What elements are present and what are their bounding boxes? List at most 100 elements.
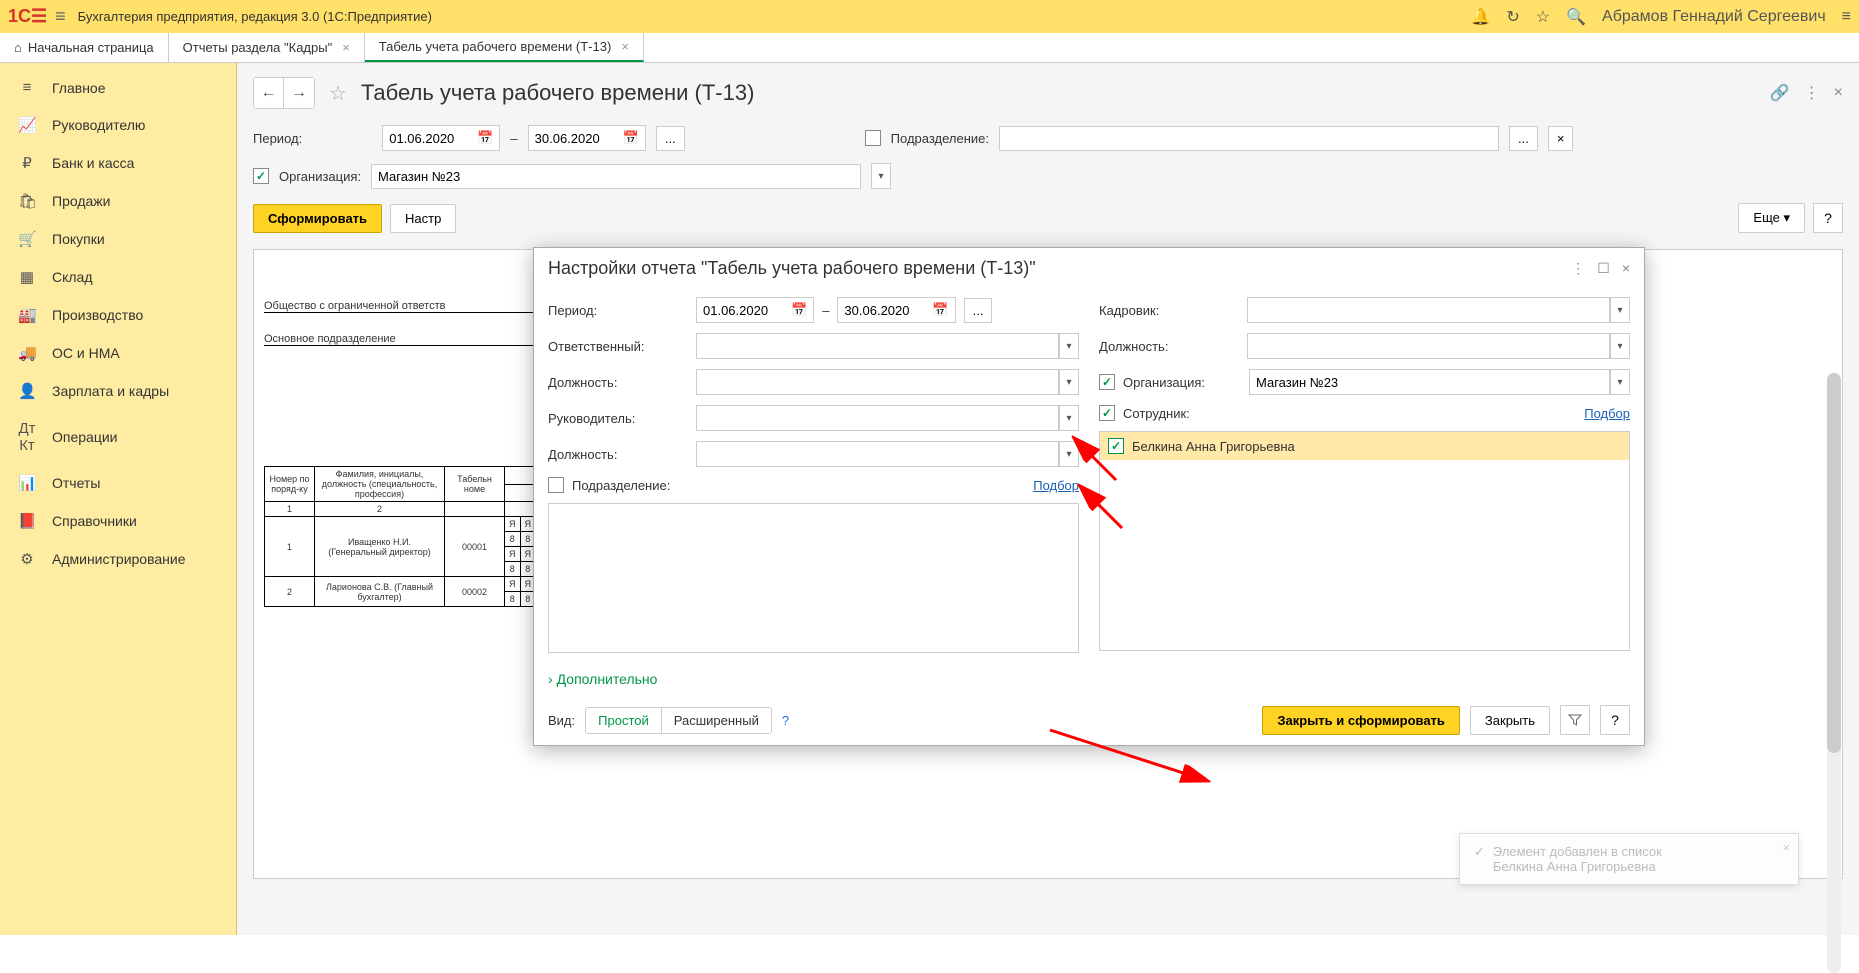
modal-dept-select-link[interactable]: Подбор <box>1033 478 1079 493</box>
employee-list-item[interactable]: Белкина Анна Григорьевна <box>1100 432 1629 460</box>
sidebar-item-sales[interactable]: 🛍Продажи <box>0 182 236 220</box>
modal-org-input[interactable] <box>1249 369 1610 395</box>
sidebar-item-purchases[interactable]: 🛒Покупки <box>0 220 236 258</box>
modal-manager-input[interactable] <box>696 405 1059 431</box>
sidebar-item-reports[interactable]: 📊Отчеты <box>0 464 236 502</box>
search-icon[interactable]: 🔍 <box>1566 7 1586 27</box>
modal-responsible-input[interactable] <box>696 333 1059 359</box>
filter-icon <box>1568 713 1582 727</box>
close-icon[interactable]: × <box>342 40 350 55</box>
org-dropdown-button[interactable]: ▾ <box>871 163 891 189</box>
modal-date-to[interactable]: 📅 <box>837 297 955 323</box>
org-checkbox[interactable] <box>253 168 269 184</box>
sidebar-item-main[interactable]: ≡Главное <box>0 69 236 106</box>
truck-icon: 🚚 <box>18 344 36 362</box>
modal-dept-checkbox[interactable] <box>548 477 564 493</box>
close-and-form-button[interactable]: Закрыть и сформировать <box>1262 706 1460 735</box>
sidebar-item-salary[interactable]: 👤Зарплата и кадры <box>0 372 236 410</box>
star-icon[interactable]: ☆ <box>1536 7 1550 27</box>
modal-more-icon[interactable]: ⋮ <box>1571 260 1585 277</box>
modal-date-from[interactable]: 📅 <box>696 297 814 323</box>
modal-date-to-input[interactable] <box>844 303 924 318</box>
modal-employee-select-link[interactable]: Подбор <box>1584 406 1630 421</box>
calendar-icon[interactable]: 📅 <box>791 302 807 318</box>
modal-employee-listbox[interactable]: Белкина Анна Григорьевна <box>1099 431 1630 651</box>
sidebar-item-assets[interactable]: 🚚ОС и НМА <box>0 334 236 372</box>
dept-clear-button[interactable]: × <box>1548 126 1574 151</box>
org-input[interactable] <box>371 164 861 189</box>
employee-item-checkbox[interactable] <box>1108 438 1124 454</box>
modal-date-from-input[interactable] <box>703 303 783 318</box>
sidebar-label: Главное <box>52 80 106 96</box>
sidebar-item-admin[interactable]: ⚙Администрирование <box>0 540 236 578</box>
tab-home[interactable]: ⌂ Начальная страница <box>0 33 169 62</box>
link-icon[interactable]: 🔗 <box>1770 83 1790 103</box>
modal-additional-link[interactable]: › Дополнительно <box>548 671 657 687</box>
dropdown-icon[interactable]: ▾ <box>1610 333 1630 359</box>
dept-checkbox[interactable] <box>865 130 881 146</box>
tab-timesheet[interactable]: Табель учета рабочего времени (Т-13) × <box>365 33 644 62</box>
dropdown-icon[interactable]: ▾ <box>1610 369 1630 395</box>
date-from-field[interactable]: 📅 <box>382 125 500 151</box>
view-simple-button[interactable]: Простой <box>586 708 662 733</box>
modal-period-picker[interactable]: ... <box>964 298 993 323</box>
date-to-field[interactable]: 📅 <box>528 125 646 151</box>
modal-hr-input[interactable] <box>1247 297 1610 323</box>
sidebar-item-manager[interactable]: 📈Руководителю <box>0 106 236 144</box>
more-button[interactable]: Еще ▾ <box>1738 203 1805 233</box>
sidebar-item-catalogs[interactable]: 📕Справочники <box>0 502 236 540</box>
close-button[interactable]: Закрыть <box>1470 706 1550 735</box>
date-from-input[interactable] <box>389 131 469 146</box>
view-extended-button[interactable]: Расширенный <box>662 708 771 733</box>
toast-close-icon[interactable]: × <box>1782 840 1790 855</box>
settings-button[interactable]: Настр <box>390 204 456 233</box>
org-label: Организация: <box>279 169 361 184</box>
sidebar-item-warehouse[interactable]: ▦Склад <box>0 258 236 296</box>
modal-help-button[interactable]: ? <box>1600 705 1630 735</box>
logo-1c: 1C☰ <box>8 6 47 27</box>
sidebar-item-bank[interactable]: ₽Банк и касса <box>0 144 236 182</box>
sidebar-item-operations[interactable]: Дт КтОперации <box>0 410 236 464</box>
dropdown-icon[interactable]: ▾ <box>1059 369 1079 395</box>
form-report-button[interactable]: Сформировать <box>253 204 382 233</box>
scrollbar-thumb[interactable] <box>1827 373 1841 753</box>
modal-employee-checkbox[interactable] <box>1099 405 1115 421</box>
filter-button[interactable] <box>1560 705 1590 735</box>
dropdown-icon[interactable]: ▾ <box>1610 297 1630 323</box>
help-button[interactable]: ? <box>1813 203 1843 233</box>
period-label: Период: <box>253 131 302 146</box>
nav-forward-button[interactable]: → <box>284 78 314 108</box>
hamburger-icon[interactable]: ≡ <box>55 6 66 27</box>
close-page-icon[interactable]: × <box>1834 84 1843 102</box>
bell-icon[interactable]: 🔔 <box>1470 7 1490 27</box>
sidebar-item-production[interactable]: 🏭Производство <box>0 296 236 334</box>
modal-dept-listbox[interactable] <box>548 503 1079 653</box>
calendar-icon[interactable]: 📅 <box>477 130 493 146</box>
dropdown-icon[interactable]: ▾ <box>1059 333 1079 359</box>
modal-position-input[interactable] <box>696 369 1059 395</box>
history-icon[interactable]: ↻ <box>1506 7 1519 27</box>
close-icon[interactable]: × <box>621 39 629 54</box>
modal-hr-position-input[interactable] <box>1247 333 1610 359</box>
modal-org-checkbox[interactable] <box>1099 374 1115 390</box>
date-to-input[interactable] <box>535 131 615 146</box>
sidebar-label: Отчеты <box>52 475 100 491</box>
dropdown-icon[interactable]: ▾ <box>1059 441 1079 467</box>
calendar-icon[interactable]: 📅 <box>932 302 948 318</box>
dept-input[interactable] <box>999 126 1499 151</box>
more-icon[interactable]: ⋮ <box>1804 83 1820 103</box>
modal-help-link[interactable]: ? <box>782 713 789 728</box>
modal-position2-input[interactable] <box>696 441 1059 467</box>
dept-picker-button[interactable]: ... <box>1509 126 1538 151</box>
user-menu-icon[interactable]: ≡ <box>1842 8 1851 26</box>
username[interactable]: Абрамов Геннадий Сергеевич <box>1602 8 1826 26</box>
modal-close-icon[interactable]: × <box>1622 260 1630 277</box>
calendar-icon[interactable]: 📅 <box>623 130 639 146</box>
scrollbar-vertical[interactable] <box>1827 373 1841 973</box>
nav-back-button[interactable]: ← <box>254 78 284 108</box>
modal-maximize-icon[interactable]: ☐ <box>1597 260 1610 277</box>
tab-reports-hr[interactable]: Отчеты раздела "Кадры" × <box>169 33 365 62</box>
period-picker-button[interactable]: ... <box>656 126 685 151</box>
dropdown-icon[interactable]: ▾ <box>1059 405 1079 431</box>
favorite-star-icon[interactable]: ☆ <box>329 81 347 106</box>
